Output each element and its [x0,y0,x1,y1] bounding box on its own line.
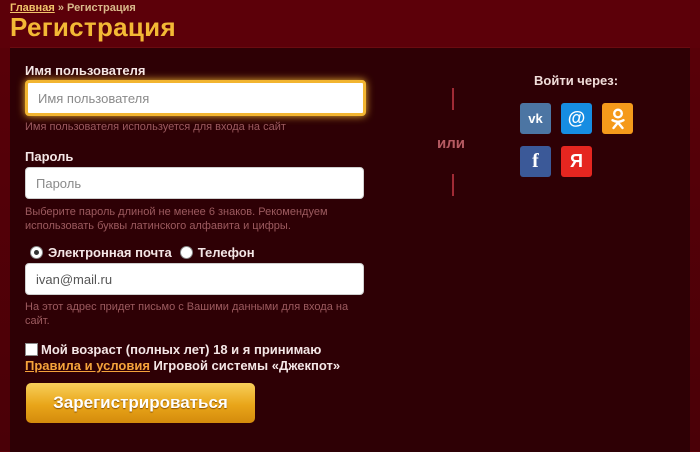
phone-radio-label: Телефон [197,245,255,260]
username-label: Имя пользователя [25,63,146,78]
rules-link[interactable]: Правила и условия [25,358,150,373]
contact-type-group: Электронная почта Телефон [30,245,255,260]
email-hint-line1: На этот адрес придет письмо с Вашими дан… [25,301,349,313]
mailru-icon: @ [567,108,586,128]
social-login-title: Войти через: [534,73,619,88]
age-agreement-checkbox[interactable] [25,343,38,356]
password-label: Пароль [25,149,74,164]
odnoklassniki-icon [610,108,625,129]
register-button[interactable]: Зарегистрироваться [26,383,255,423]
or-label: или [437,135,465,152]
password-input[interactable] [25,167,364,199]
facebook-icon: f [532,150,539,172]
email-radio[interactable] [30,246,43,259]
email-radio-label: Электронная почта [48,245,172,260]
username-input[interactable] [25,80,366,116]
username-hint: Имя пользователя используется для входа … [25,121,286,133]
phone-radio[interactable] [179,246,193,259]
vk-login-button[interactable]: vk [520,103,551,134]
yandex-login-button[interactable]: Я [561,146,592,177]
mailru-login-button[interactable]: @ [561,103,592,134]
password-hint-line2: использовать буквы латинского алфавита и… [25,220,291,232]
email-input[interactable] [25,263,364,295]
agreement-text: Мой возраст (полных лет) 18 и я принимаю [41,342,322,357]
page-title: Регистрация [10,12,176,42]
divider-top [452,88,454,110]
divider-bottom [452,174,454,196]
yandex-icon: Я [570,151,583,171]
vk-icon: vk [528,111,543,126]
agreement-text-rest: Игровой системы «Джекпот» [149,358,341,373]
password-hint-line1: Выберите пароль длиной не менее 6 знаков… [25,206,328,218]
agreement-text-line2: Правила и условия Игровой системы «Джекп… [25,358,340,373]
facebook-login-button[interactable]: f [520,146,551,177]
odnoklassniki-login-button[interactable] [602,103,633,134]
email-hint-line2: сайт. [25,315,50,327]
